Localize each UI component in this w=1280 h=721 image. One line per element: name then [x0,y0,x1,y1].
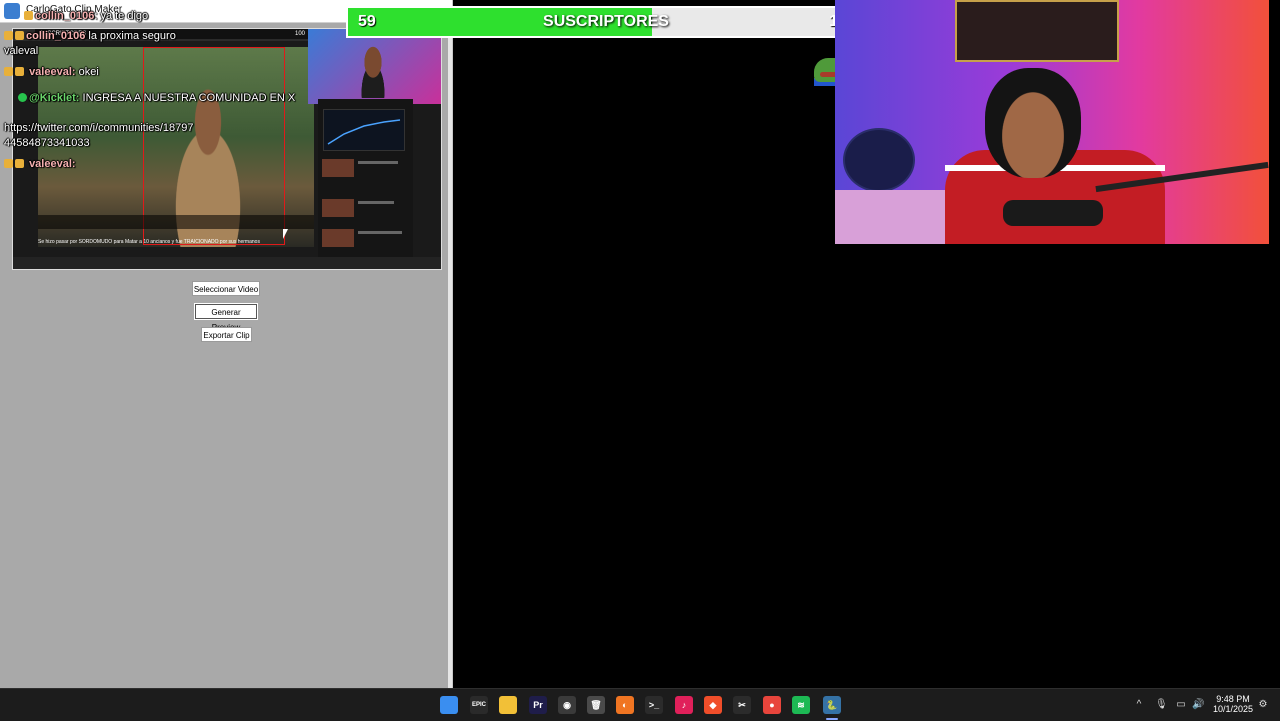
fan [843,128,915,192]
chat-username: collin_0106 [26,30,86,42]
clock[interactable]: 9:48 PM 10/1/2025 [1208,694,1258,714]
preview-thumb [322,199,354,217]
streamer [985,68,1081,178]
chat-message: 44584873341033 [4,137,90,149]
chat-message: valeval [4,45,38,57]
verified-badge-icon [18,93,27,102]
preview-graph-line [327,119,401,145]
sub-badge-icon [24,11,33,20]
chat-text: valeval [4,45,39,57]
premiere-pro-icon[interactable]: Pr [529,696,547,714]
chat-message: valeeval: okei [4,66,99,78]
clock-date: 10/1/2025 [1212,704,1254,714]
python-app-icon[interactable]: 🐍 [823,696,841,714]
moderator-badge-icon [15,31,24,40]
sub-badge-icon [4,67,13,76]
firefox-icon[interactable]: ◐ [616,696,634,714]
subscriber-current: 59 [358,13,376,30]
export-clip-button[interactable]: Exportar Clip [201,327,252,342]
brave-icon[interactable]: ◆ [704,696,722,714]
clock-time: 9:48 PM [1216,694,1250,704]
tiktok-icon[interactable]: ♪ [675,696,693,714]
preview-webcam [308,29,441,104]
preview-inner-count: 100 [294,31,305,37]
windows-start-icon[interactable] [440,696,458,714]
chat-username: valeeval: [29,66,76,78]
file-explorer-icon[interactable] [499,696,517,714]
moderator-badge-icon [15,159,24,168]
webcam-feed [835,0,1269,244]
terminal-icon[interactable]: >_ [645,696,663,714]
chat-username: @Kicklet: [29,92,80,104]
chat-text: : ya te digo [94,10,149,22]
spotify-icon[interactable]: ≋ [792,696,810,714]
microphone [1003,200,1103,226]
chat-text: INGRESA A NUESTRA COMUNIDAD EN X [82,92,296,104]
chat-message: valeeval: [4,158,76,170]
epic-games-icon[interactable]: EPIC [470,696,488,714]
volume-icon[interactable]: 🔊 [1192,699,1204,711]
preview-line [358,201,394,204]
chat-text: https://twitter.com/i/communities/18797 [4,122,194,134]
chat-message: collin_0106 la proxima seguro [4,30,176,42]
app-icon [4,3,20,19]
preview-thumb [322,229,354,247]
preview-caption: Se hizo pasar por SORDOMUDO para Matar a… [38,239,260,245]
bed [835,190,955,244]
subscriber-label: SUSCRIPTORES [543,13,669,30]
moderator-badge-icon [15,67,24,76]
trash-icon[interactable]: 🗑 [587,696,605,714]
chevron-up-icon[interactable]: ^ [1133,699,1145,711]
sub-badge-icon [4,31,13,40]
preview-line [358,161,398,164]
video-preview: SUSCRIPTORES 100 Se hizo pasar por SORDO… [12,28,442,270]
sub-badge-icon [4,159,13,168]
preview-thumb [322,159,354,177]
preview-player-controls [38,215,314,229]
windows-taskbar: EPIC Pr ◉ 🗑 ◐ >_ ♪ ◆ ✂ ● ≋ 🐍 ^ 🎙 ▭ 🔊 9:48 PM 10/1/2… [0,688,1280,721]
generate-preview-button[interactable]: Generar Preview [195,304,257,332]
chat-message: https://twitter.com/i/communities/18797 [4,122,194,134]
preview-analytics-graph [323,109,405,151]
select-video-button[interactable]: Seleccionar Video [192,281,260,296]
chat-text: 44584873341033 [4,137,90,149]
chat-username: valeeval: [29,158,76,170]
network-icon[interactable]: ▭ [1175,699,1187,711]
preview-line [358,231,402,234]
chat-username: collin_0106 [35,10,95,22]
obs-icon[interactable]: ◉ [558,696,576,714]
chrome-icon[interactable]: ● [763,696,781,714]
cursor-icon [283,229,288,239]
chat-message: collin_0106: ya te digo [24,10,148,22]
microphone-icon[interactable]: 🎙 [1155,699,1168,711]
preview-webcam-person [353,43,393,98]
subscriber-goal-bar: SUSCRIPTORES 59 100 [346,6,866,38]
chat-message: @Kicklet: INGRESA A NUESTRA COMUNIDAD EN… [18,92,295,104]
chat-text: okei [78,66,99,78]
chat-text: la proxima seguro [88,30,176,42]
wall-poster [955,0,1119,62]
window-border [448,22,452,688]
notification-icon[interactable]: ⚙ [1257,699,1269,711]
preview-taskbar [13,257,441,269]
capcut-icon[interactable]: ✂ [733,696,751,714]
